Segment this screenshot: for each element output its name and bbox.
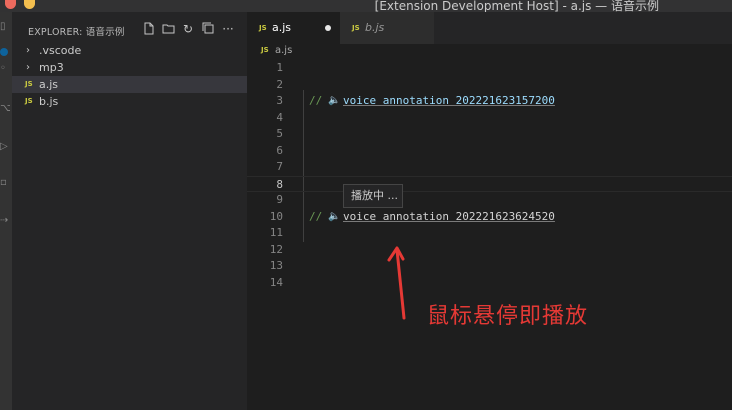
tab-a-js[interactable]: JS a.js [247, 12, 340, 44]
activity-bar: ▯ ◦ ⌥ ▷ ▫ ⇢ [0, 12, 12, 410]
comment-marker: // [309, 94, 323, 107]
close-window-button[interactable] [5, 0, 16, 9]
line-number: 10 [269, 209, 283, 223]
line-number: 13 [269, 259, 283, 272]
line-number: 6 [276, 143, 283, 157]
line-number: 3 [276, 94, 283, 107]
code-line[interactable]: 2 [247, 77, 732, 93]
code-line[interactable]: 10 // 🔈 voice annotation 202221623624520 [247, 209, 732, 225]
unsaved-dot-icon[interactable] [325, 25, 331, 31]
tab-label: b.js [365, 21, 385, 34]
code-line[interactable]: 13 [247, 258, 732, 274]
line-number: 5 [276, 127, 283, 140]
code-line[interactable]: 9 [247, 192, 732, 208]
line-number: 11 [269, 226, 283, 239]
code-line[interactable]: 14 [247, 275, 732, 291]
js-file-icon: JS [25, 97, 33, 105]
speaker-icon: 🔈 [328, 210, 341, 222]
tab-bar: JS a.js JS b.js [247, 12, 732, 44]
code-line[interactable]: 6 [247, 143, 732, 159]
line-number: 12 [269, 242, 283, 256]
tree-item-mp3[interactable]: › mp3 [12, 59, 247, 76]
code-editor[interactable]: 1 2 3 // 🔈 voice annotation 202221623157… [247, 60, 732, 410]
js-file-icon: JS [352, 24, 360, 32]
tab-b-js[interactable]: JS b.js [340, 12, 434, 44]
file-tree: › .vscode › mp3 JS a.js JS b.js [12, 42, 247, 110]
tab-label: a.js [272, 21, 292, 34]
js-file-icon: JS [261, 46, 269, 54]
code-line[interactable]: 7 [247, 159, 732, 175]
chevron-right-icon: › [26, 45, 30, 56]
chevron-right-icon: › [26, 62, 30, 73]
code-line-current[interactable]: 8 [247, 175, 732, 192]
tree-item-label: .vscode [39, 44, 82, 57]
code-line[interactable]: 4 [247, 110, 732, 126]
line-number: 7 [276, 160, 283, 173]
run-debug-icon[interactable]: ▷ [0, 142, 10, 152]
hover-tooltip: 播放中 ... [343, 184, 403, 208]
editor-area: JS a.js JS b.js JS a.js 1 2 3 // 🔈 voice… [247, 12, 732, 410]
code-line[interactable]: 12 [247, 242, 732, 258]
tree-item-label: b.js [39, 95, 59, 108]
speaker-icon: 🔈 [328, 95, 341, 106]
remote-icon[interactable]: ⇢ [0, 216, 10, 226]
js-file-icon: JS [25, 80, 33, 88]
hover-to-play-caption: 鼠标悬停即播放 [427, 304, 589, 329]
tree-item-b-js[interactable]: JS b.js [12, 93, 247, 110]
refresh-icon[interactable]: ↻ [181, 22, 195, 36]
tree-item-label: a.js [39, 78, 59, 91]
extensions-icon[interactable]: ▫ [0, 178, 10, 188]
breadcrumb[interactable]: JS a.js [247, 44, 732, 60]
code-line[interactable]: 3 // 🔈 voice annotation 202221623157200 [247, 93, 732, 109]
explorer-sidebar: EXPLORER: 语音示例 ↻ ··· › .vscode › mp3 JS … [12, 12, 247, 410]
voice-annotation-link[interactable]: voice annotation 202221623624520 [343, 209, 555, 225]
title-bar: [Extension Development Host] - a.js — 语音… [0, 0, 732, 13]
minimize-window-button[interactable] [24, 0, 35, 9]
new-file-icon[interactable] [141, 22, 155, 36]
source-control-icon[interactable]: ⌥ [0, 104, 10, 114]
tree-item-a-js[interactable]: JS a.js [12, 76, 247, 93]
voice-annotation-link[interactable]: voice annotation 202221623157200 [343, 93, 555, 109]
comment-marker: // [309, 209, 323, 223]
js-file-icon: JS [259, 24, 267, 32]
tree-item-label: mp3 [39, 61, 64, 74]
explorer-icon[interactable]: ▯ [0, 22, 10, 32]
vscode-window: [Extension Development Host] - a.js — 语音… [0, 0, 732, 410]
line-number: 9 [276, 193, 283, 206]
line-number: 4 [276, 110, 283, 124]
breadcrumb-file[interactable]: a.js [275, 45, 292, 56]
new-folder-icon[interactable] [161, 22, 175, 36]
line-number: 14 [269, 275, 283, 289]
explorer-title: EXPLORER: 语音示例 [28, 27, 125, 38]
line-number: 8 [276, 177, 283, 191]
activity-badge [0, 48, 8, 56]
explorer-header: EXPLORER: 语音示例 ↻ ··· [12, 20, 247, 40]
code-line[interactable]: 11 [247, 225, 732, 241]
collapse-all-icon[interactable] [201, 22, 215, 36]
code-line[interactable]: 1 [247, 60, 732, 76]
tree-item-vscode[interactable]: › .vscode [12, 42, 247, 59]
search-icon[interactable]: ◦ [0, 64, 10, 74]
code-line[interactable]: 5 [247, 126, 732, 142]
red-arrow-icon [387, 246, 406, 320]
line-number: 1 [276, 61, 283, 74]
more-actions-icon[interactable]: ··· [221, 22, 235, 36]
line-number: 2 [276, 77, 283, 91]
